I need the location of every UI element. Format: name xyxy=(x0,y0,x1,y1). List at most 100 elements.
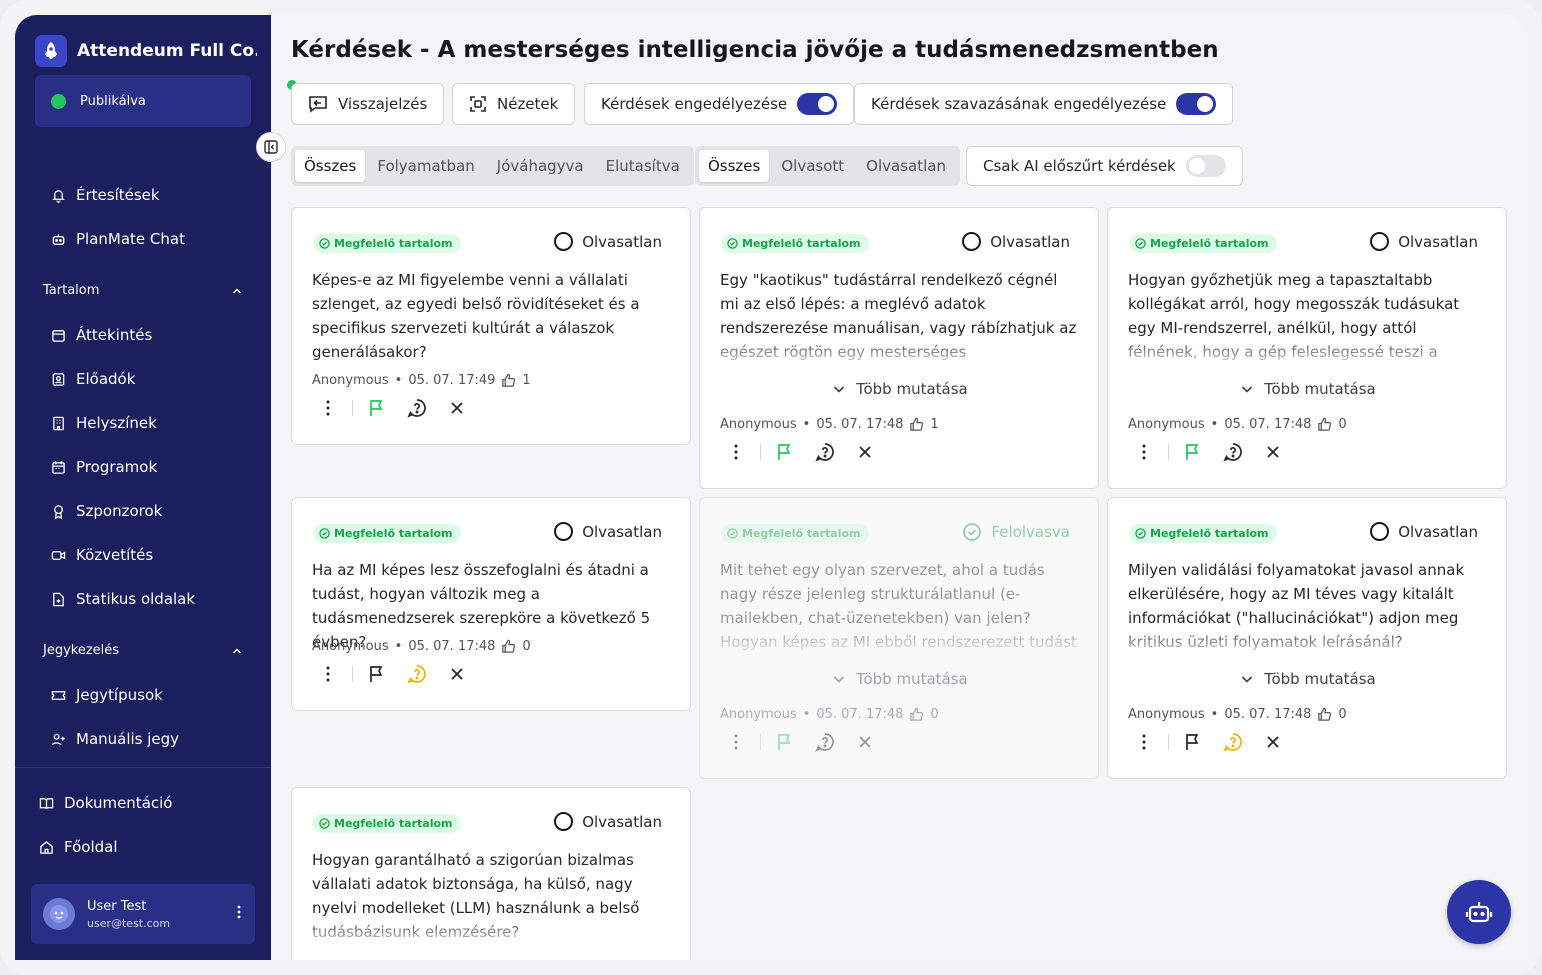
help-circle-icon[interactable] xyxy=(407,664,427,684)
sidebar-item-label: Értesítések xyxy=(76,186,160,204)
more-vertical-icon[interactable] xyxy=(726,442,746,462)
read-filter-tabs: Összes Olvasott Olvasatlan xyxy=(695,146,960,186)
collapse-sidebar-button[interactable] xyxy=(256,132,286,162)
more-vertical-icon[interactable] xyxy=(1134,732,1154,752)
brand[interactable]: Attendeum Full Co... xyxy=(35,35,257,67)
tab-read[interactable]: Olvasott xyxy=(771,150,854,182)
tab-read-all[interactable]: Összes xyxy=(699,150,770,182)
help-circle-icon[interactable] xyxy=(1223,442,1243,462)
circle-icon xyxy=(554,812,574,831)
more-vertical-icon[interactable] xyxy=(237,904,241,923)
badge-label: Megfelelő tartalom xyxy=(742,237,861,250)
sidebar-item-ticket-types[interactable]: Jegytípusok xyxy=(51,686,163,704)
user-menu[interactable]: User Test user@test.com xyxy=(31,884,255,944)
sidebar-item-broadcast[interactable]: Közvetítés xyxy=(51,546,153,564)
tab-unread[interactable]: Olvasatlan xyxy=(856,150,956,182)
tab-status-approved[interactable]: Jóváhagyva xyxy=(487,150,594,182)
mark-read-toggle[interactable]: Olvasatlan xyxy=(554,812,662,831)
mark-read-toggle[interactable]: Olvasatlan xyxy=(962,232,1070,251)
help-circle-icon[interactable] xyxy=(815,442,835,462)
show-more-button[interactable]: Több mutatása xyxy=(1108,670,1508,688)
flag-icon[interactable] xyxy=(367,664,387,684)
question-text: Hogyan garantálható a szigorúan bizalmas… xyxy=(312,851,640,941)
vote-count: 0 xyxy=(930,707,939,722)
publish-status[interactable]: Publikálva xyxy=(35,75,251,127)
question-author: Anonymous xyxy=(720,707,797,722)
tab-status-in-progress[interactable]: Folyamatban xyxy=(367,150,484,182)
user-plus-icon xyxy=(51,733,65,745)
show-more-button[interactable]: Több mutatása xyxy=(1108,380,1508,398)
flag-icon[interactable] xyxy=(775,732,795,752)
question-meta: Anonymous • 05. 07. 17:48 0 xyxy=(312,639,531,654)
flag-icon[interactable] xyxy=(1183,732,1203,752)
content-ok-badge: Megfelelő tartalom xyxy=(1129,234,1277,253)
flag-icon[interactable] xyxy=(775,442,795,462)
sidebar-item-label: Közvetítés xyxy=(76,546,154,564)
show-more-button[interactable]: Több mutatása xyxy=(700,670,1100,688)
close-icon[interactable] xyxy=(447,398,467,418)
question-actions xyxy=(1134,442,1303,462)
show-more-button[interactable]: Több mutatása xyxy=(700,380,1100,398)
views-button[interactable]: Nézetek xyxy=(452,83,576,125)
sidebar-item-label: Dokumentáció xyxy=(64,794,173,812)
close-icon[interactable] xyxy=(1263,732,1283,752)
mark-read-toggle[interactable]: Olvasatlan xyxy=(1370,522,1478,541)
allow-questions-toggle[interactable] xyxy=(797,93,838,115)
content-ok-badge: Megfelelő tartalom xyxy=(313,524,461,543)
close-icon[interactable] xyxy=(447,664,467,684)
ai-filter-toggle[interactable] xyxy=(1185,155,1226,177)
more-vertical-icon[interactable] xyxy=(726,732,746,752)
question-text: Egy "kaotikus" tudástárral rendelkező cé… xyxy=(720,271,1077,361)
sidebar-item-programs[interactable]: Programok xyxy=(51,458,157,476)
question-time: 05. 07. 17:48 xyxy=(408,639,496,654)
more-vertical-icon[interactable] xyxy=(1134,442,1154,462)
mark-read-toggle[interactable]: Olvasatlan xyxy=(1370,232,1478,251)
flag-icon[interactable] xyxy=(367,398,387,418)
video-icon xyxy=(51,550,66,560)
home-icon xyxy=(40,840,53,854)
sidebar-item-planmate-chat[interactable]: PlanMate Chat xyxy=(51,230,185,248)
sidebar-item-manual-ticket[interactable]: Manuális jegy xyxy=(51,730,179,748)
question-card: Megfelelő tartalom Olvasatlan Hogyan gar… xyxy=(291,787,691,960)
thumbs-up-icon xyxy=(502,639,516,653)
help-circle-icon[interactable] xyxy=(1223,732,1243,752)
sidebar-item-sponsors[interactable]: Szponzorok xyxy=(51,502,162,520)
allow-questions-label: Kérdések engedélyezése xyxy=(601,95,788,113)
file-plus-icon xyxy=(53,592,64,606)
views-button-label: Nézetek xyxy=(497,95,559,113)
tab-status-all[interactable]: Összes xyxy=(295,150,366,182)
help-circle-icon[interactable] xyxy=(407,398,427,418)
message-reply-icon xyxy=(309,96,327,113)
close-icon[interactable] xyxy=(1263,442,1283,462)
check-circle-icon xyxy=(727,238,738,249)
sidebar-item-static-pages[interactable]: Statikus oldalak xyxy=(51,590,195,608)
help-circle-icon[interactable] xyxy=(815,732,835,752)
meta-separator: • xyxy=(1210,417,1219,432)
mark-read-toggle[interactable]: Olvasatlan xyxy=(554,232,662,251)
close-icon[interactable] xyxy=(855,442,875,462)
tab-status-rejected[interactable]: Elutasítva xyxy=(596,150,690,182)
mark-read-toggle[interactable]: Olvasatlan xyxy=(554,522,662,541)
main-content: Kérdések - A mesterséges intelligencia j… xyxy=(271,15,1527,960)
sidebar-item-venues[interactable]: Helyszínek xyxy=(51,414,157,432)
sidebar-item-home[interactable]: Főoldal xyxy=(39,838,118,856)
flag-icon[interactable] xyxy=(1183,442,1203,462)
badge-label: Megfelelő tartalom xyxy=(1150,237,1269,250)
sidebar-item-speakers[interactable]: Előadók xyxy=(51,370,135,388)
sidebar-item-documentation[interactable]: Dokumentáció xyxy=(39,794,172,812)
section-ticketing-toggle[interactable]: Jegykezelés xyxy=(43,643,243,658)
assistant-bot-button[interactable] xyxy=(1447,880,1511,944)
section-content-toggle[interactable]: Tartalom xyxy=(43,283,243,298)
allow-voting-toggle[interactable] xyxy=(1176,93,1217,115)
chevron-down-icon xyxy=(1242,676,1253,683)
check-circle-icon xyxy=(319,818,330,829)
sidebar-item-overview[interactable]: Áttekintés xyxy=(51,326,152,344)
more-vertical-icon[interactable] xyxy=(318,398,338,418)
badge-label: Megfelelő tartalom xyxy=(742,527,861,540)
ai-filter-control: Csak AI előszűrt kérdések xyxy=(966,146,1243,186)
feedback-button[interactable]: Visszajelzés xyxy=(291,83,445,125)
close-icon[interactable] xyxy=(855,732,875,752)
sidebar-item-notifications[interactable]: Értesítések xyxy=(51,186,160,204)
more-vertical-icon[interactable] xyxy=(318,664,338,684)
mark-read-toggle[interactable]: Felolvasva xyxy=(962,522,1070,542)
